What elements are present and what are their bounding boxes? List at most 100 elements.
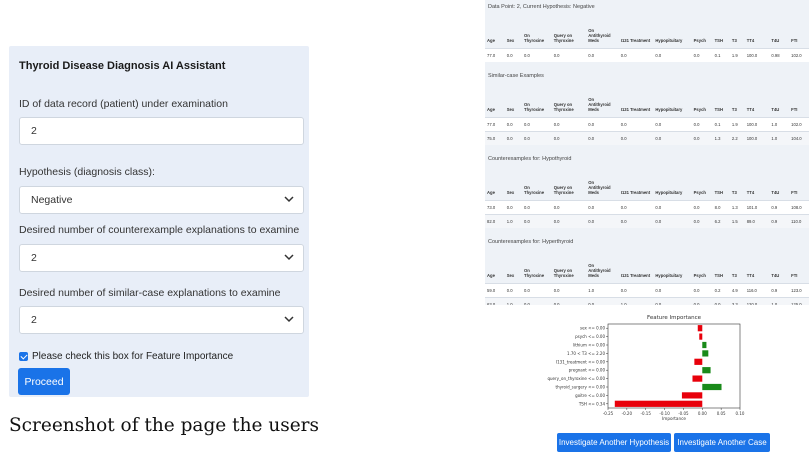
y-tick-label: goitre <= 0.00 bbox=[575, 393, 605, 398]
table-cell: 0.0 bbox=[551, 296, 587, 305]
column-header: TSH bbox=[714, 106, 723, 112]
table-cell: 1.9 bbox=[729, 116, 745, 131]
column-header: Sex bbox=[506, 106, 515, 112]
similar-case-select[interactable]: 2 bbox=[19, 306, 304, 334]
proceed-button[interactable]: Proceed bbox=[18, 368, 70, 395]
feature-importance-svg: Feature Importance sex <= 0.00 psych <= 0.… bbox=[547, 315, 745, 421]
column-header: I131 Treatment bbox=[620, 37, 651, 43]
table-cell: 0.0 bbox=[551, 199, 587, 214]
table-row: 77.0 0.0 0.0 0.0 0.0 0.0 0.0 0.0 0.1 1.9 100.0 1.0 1… bbox=[485, 116, 809, 131]
table-cell: 0.0 bbox=[653, 116, 692, 131]
table-row: 63.0 1.0 0.0 0.0 0.0 1.0 0.0 0.0 0.0 3.3 120.0 1.0 1… bbox=[485, 296, 809, 305]
chart-title: Feature Importance bbox=[647, 315, 702, 321]
table-cell: 0.0 bbox=[522, 213, 552, 228]
x-axis-label: Importance bbox=[662, 416, 686, 421]
counterexample-value: 2 bbox=[31, 252, 37, 264]
y-tick-label: psych <= 0.00 bbox=[575, 334, 605, 339]
y-tick-label: pregnant <= 0.00 bbox=[569, 368, 606, 373]
table-cell: 0.0 bbox=[653, 296, 692, 305]
table-cell: 0.0 bbox=[504, 130, 523, 145]
table-cell: 0.0 bbox=[691, 282, 713, 297]
patient-id-input[interactable]: 2 bbox=[19, 117, 304, 145]
table-cell: 0.0 bbox=[691, 213, 713, 228]
table-cell: 0.0 bbox=[551, 213, 587, 228]
table-cell: 0.0 bbox=[504, 282, 523, 297]
data-table: Age Sex On Thyroxine Query on Thyroxine On A… bbox=[485, 83, 809, 145]
figure-caption: Screenshot of the page the users bbox=[9, 415, 320, 436]
importance-bar bbox=[699, 333, 703, 340]
table-row: 59.0 0.0 0.0 0.0 1.0 0.0 0.0 0.0 0.2 4.9 116.0 0.9 1… bbox=[485, 282, 809, 297]
table-cell: 0.0 bbox=[618, 116, 654, 131]
column-header: TT4 bbox=[746, 37, 755, 43]
table-cell: 0.0 bbox=[712, 296, 730, 305]
table-cell: 0.0 bbox=[691, 130, 713, 145]
similar-case-label: Desired number of similar-case explanati… bbox=[19, 287, 281, 299]
column-header: T3 bbox=[731, 189, 737, 195]
table-cell: 0.9 bbox=[769, 213, 790, 228]
table-cell: 101.0 bbox=[744, 199, 770, 214]
counterexample-select[interactable]: 2 bbox=[19, 244, 304, 272]
table-cell: 2.2 bbox=[729, 130, 745, 145]
table-cell: 0.0 bbox=[618, 213, 654, 228]
table-row: 82.0 1.0 0.0 0.0 0.0 0.0 0.0 0.0 6.2 1.5 89.0 0.9 11… bbox=[485, 213, 809, 228]
column-header: Hypopituitary bbox=[655, 106, 683, 112]
table-cell: 1.0 bbox=[504, 296, 523, 305]
table-header-row: Age Sex On Thyroxine Query on Thyroxine On A… bbox=[485, 83, 809, 117]
table-cell: 0.0 bbox=[586, 116, 619, 131]
form-title: Thyroid Disease Diagnosis AI Assistant bbox=[19, 60, 226, 72]
importance-bar bbox=[702, 350, 709, 357]
table-cell: 1.0 bbox=[586, 282, 619, 297]
column-header: TT4 bbox=[746, 106, 755, 112]
importance-bar bbox=[702, 341, 707, 349]
investigate-another-hypothesis-button[interactable]: Investigate Another Hypothesis bbox=[557, 433, 671, 452]
table-cell: 63.0 bbox=[485, 296, 505, 305]
column-header: TT4 bbox=[746, 272, 755, 278]
table-cell: 77.0 bbox=[485, 116, 505, 131]
feature-importance-checkbox-label: Please check this box for Feature Import… bbox=[32, 351, 234, 362]
y-tick-label: 1.70 < T3 <= 2.20 bbox=[567, 351, 605, 356]
y-tick-label: lithium <= 0.00 bbox=[573, 343, 605, 348]
feature-importance-checkbox[interactable] bbox=[19, 352, 28, 361]
table-row: 73.0 0.0 0.0 0.0 0.0 0.0 0.0 0.0 8.0 1.3 101.0 0.9 1… bbox=[485, 199, 809, 214]
investigate-another-case-button[interactable]: Investigate Another Case bbox=[674, 433, 770, 452]
column-header: On Antithyroid Meds bbox=[588, 27, 611, 43]
table-cell: 0.0 bbox=[551, 47, 587, 62]
table-cell: 0.0 bbox=[522, 199, 552, 214]
table-cell: 110.0 bbox=[789, 213, 809, 228]
table-cell: 1.0 bbox=[769, 296, 790, 305]
table-cell: 0.0 bbox=[586, 130, 619, 145]
data-table: Age Sex On Thyroxine Query on Thyroxine On A… bbox=[485, 166, 809, 228]
table-cell: 120.0 bbox=[744, 296, 770, 305]
patient-id-value: 2 bbox=[31, 125, 37, 137]
table-header-row: Age Sex On Thyroxine Query on Thyroxine On A… bbox=[485, 249, 809, 283]
column-header: Age bbox=[487, 37, 495, 43]
column-header: Psych bbox=[693, 189, 706, 195]
table-cell: 75.0 bbox=[485, 130, 505, 145]
y-tick-label: TSH <= 0.34 bbox=[578, 401, 606, 406]
table-cell: 123.0 bbox=[789, 282, 809, 297]
table-cell: 0.0 bbox=[522, 282, 552, 297]
importance-bar bbox=[692, 375, 703, 382]
x-tick-label: 0.10 bbox=[736, 411, 745, 416]
importance-bar bbox=[614, 400, 703, 407]
table-cell: 82.0 bbox=[485, 213, 505, 228]
column-header: I131 Treatment bbox=[620, 106, 651, 112]
section-title: Counterexamples for: Hyperthyroid bbox=[488, 239, 574, 245]
feature-importance-checkbox-row[interactable]: Please check this box for Feature Import… bbox=[19, 351, 233, 362]
importance-bar bbox=[697, 325, 703, 332]
table-cell: 0.0 bbox=[586, 47, 619, 62]
column-header: TT4 bbox=[746, 189, 755, 195]
y-tick-label: query_on_thyroxine <= 0.00 bbox=[547, 376, 605, 381]
table-cell: 1.0 bbox=[504, 213, 523, 228]
table-row: 77.0 0.0 0.0 0.0 0.0 0.0 0.0 0.0 0.1 1.9 100.0 0.98… bbox=[485, 47, 809, 62]
table-cell: 1.0 bbox=[618, 296, 654, 305]
column-header: On Thyroxine bbox=[524, 267, 545, 278]
hypothesis-select[interactable]: Negative bbox=[19, 186, 304, 214]
section-title: Counterexamples for: Hypothyroid bbox=[488, 156, 572, 162]
table-cell: 100.0 bbox=[744, 130, 770, 145]
data-table: Age Sex On Thyroxine Query on Thyroxine On A… bbox=[485, 249, 809, 305]
table-header-row: Age Sex On Thyroxine Query on Thyroxine On A… bbox=[485, 166, 809, 200]
y-tick-label: thyroid_surgery <= 0.00 bbox=[556, 385, 606, 390]
x-tick-label: 0.05 bbox=[717, 411, 726, 416]
table-cell: 0.9 bbox=[769, 282, 790, 297]
